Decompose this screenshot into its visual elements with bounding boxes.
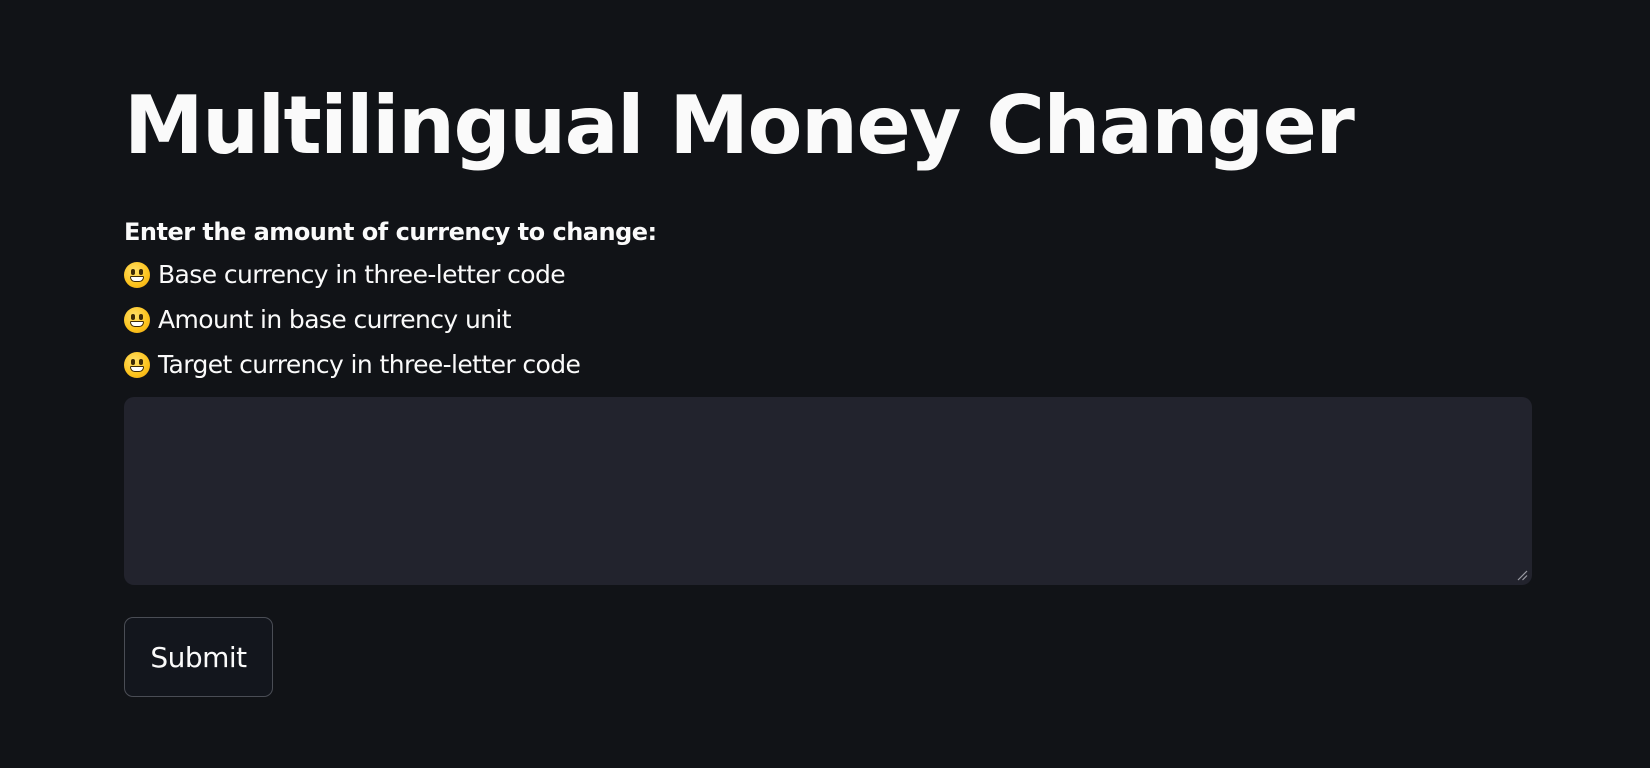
- instruction-text: Target currency in three-letter code: [158, 350, 581, 379]
- instructions-block: Enter the amount of currency to change: …: [124, 212, 1532, 387]
- instruction-item-amount: Amount in base currency unit: [124, 297, 1532, 342]
- resize-handle-icon[interactable]: [1516, 569, 1528, 581]
- app-root: Multilingual Money Changer Enter the amo…: [0, 0, 1650, 768]
- instructions-heading: Enter the amount of currency to change:: [124, 218, 657, 246]
- instruction-text: Base currency in three-letter code: [158, 260, 566, 289]
- instruction-item-target-currency: Target currency in three-letter code: [124, 342, 1532, 387]
- grinning-face-icon: [124, 306, 150, 333]
- currency-input[interactable]: [124, 397, 1532, 585]
- submit-button[interactable]: Submit: [124, 617, 273, 697]
- instruction-item-base-currency: Base currency in three-letter code: [124, 252, 1532, 297]
- currency-input-container: [124, 397, 1532, 585]
- instruction-text: Amount in base currency unit: [158, 305, 512, 334]
- grinning-face-icon: [124, 261, 150, 288]
- grinning-face-icon: [124, 351, 150, 378]
- page-title: Multilingual Money Changer: [124, 79, 1355, 172]
